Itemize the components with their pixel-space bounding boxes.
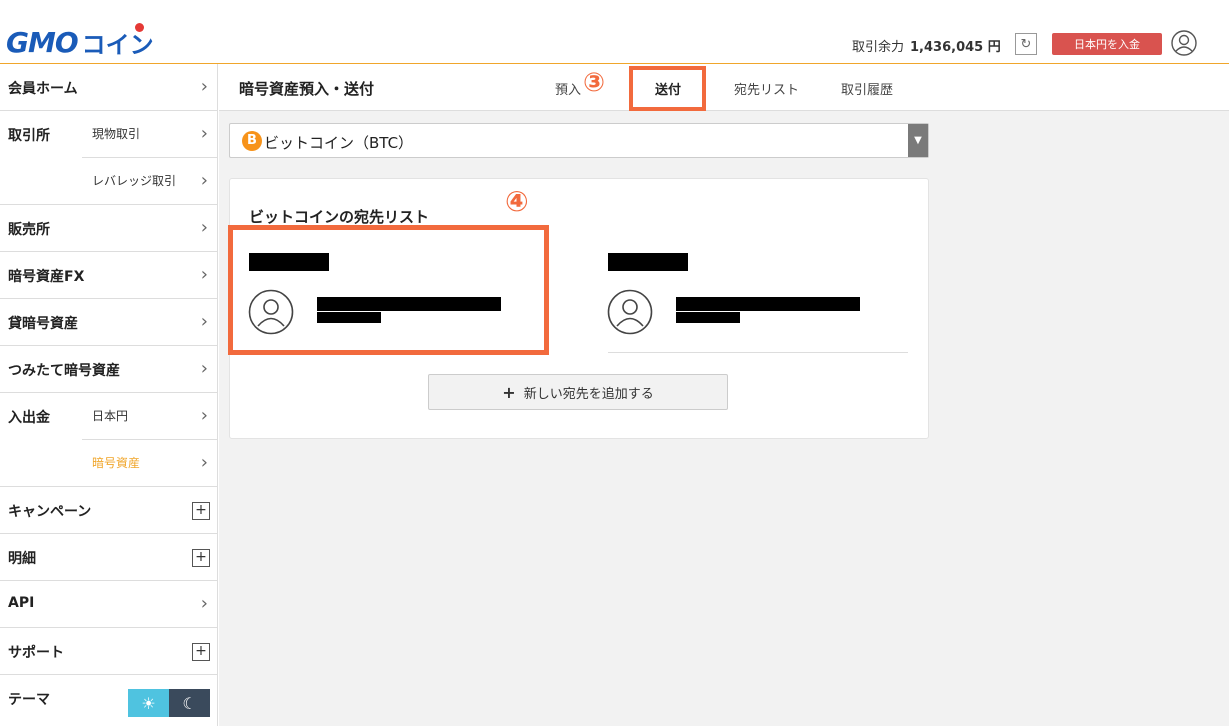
chevron-right-icon: ›	[200, 452, 208, 473]
sidebar-subitem-label: レバレッジ取引	[92, 174, 177, 188]
sidebar-subitem-label: 日本円	[92, 409, 129, 423]
page-title: 暗号資産預入・送付	[239, 80, 375, 98]
sidebar-item-accumulation[interactable]: つみたて暗号資産 ›	[0, 346, 218, 393]
tab-address-list[interactable]: 宛先リスト	[734, 79, 799, 98]
chevron-right-icon: ›	[200, 358, 208, 379]
person-icon	[607, 289, 653, 335]
sidebar-item-support[interactable]: サポート +	[0, 628, 218, 675]
sidebar-item-spot-trading[interactable]: 現物取引 ›	[82, 111, 218, 158]
deposit-jpy-button[interactable]: 日本円を入金	[1052, 33, 1162, 55]
header: GMO コイン 取引余力 1,436,045 円 ↻ 日本円を入金	[0, 0, 1229, 64]
sidebar-subitem-label: 暗号資産	[92, 456, 141, 470]
address-entry[interactable]	[588, 231, 888, 351]
add-address-label: 新しい宛先を追加する	[523, 386, 654, 402]
expand-plus-icon[interactable]: +	[192, 549, 210, 567]
chevron-right-icon: ›	[200, 264, 208, 285]
currency-select-value: ビットコイン（BTC）	[264, 134, 414, 152]
annotation-step-3: ③	[583, 68, 606, 98]
sidebar-item-label: 入出金	[8, 410, 50, 426]
balance-display: 取引余力 1,436,045 円	[852, 36, 1001, 55]
gmo-coin-logo[interactable]: GMO コイン	[6, 22, 154, 60]
moon-icon[interactable]: ☾	[169, 689, 210, 717]
chevron-right-icon: ›	[200, 593, 208, 614]
dropdown-arrow-icon[interactable]: ▼	[908, 124, 928, 157]
user-icon[interactable]	[1171, 30, 1197, 56]
sidebar-item-lending[interactable]: 貸暗号資産 ›	[0, 299, 218, 346]
sidebar-item-campaign[interactable]: キャンペーン +	[0, 487, 218, 534]
sidebar-item-leverage-trading[interactable]: レバレッジ取引 ›	[82, 158, 218, 205]
sidebar-item-crypto-fx[interactable]: 暗号資産FX ›	[0, 252, 218, 299]
refresh-icon[interactable]: ↻	[1015, 33, 1037, 55]
sidebar-item-label: 暗号資産FX	[8, 269, 85, 285]
theme-toggle[interactable]: ☀ ☾	[128, 689, 210, 717]
sidebar-item-label: 販売所	[8, 222, 50, 238]
chevron-right-icon: ›	[200, 311, 208, 332]
subheader: 暗号資産預入・送付 預入 送付 宛先リスト 取引履歴	[219, 64, 1229, 111]
chevron-right-icon: ›	[200, 76, 208, 97]
redacted-address-name	[608, 253, 688, 271]
currency-select[interactable]: B ビットコイン（BTC） ▼	[229, 123, 929, 158]
balance-label: 取引余力	[852, 40, 905, 55]
sidebar-item-label: サポート	[8, 645, 64, 661]
sidebar-item-label: 貸暗号資産	[8, 316, 78, 332]
logo-gmo-text: GMO	[6, 25, 79, 59]
sidebar-subitem-label: 現物取引	[92, 127, 141, 141]
plus-icon: +	[502, 382, 516, 402]
sidebar-item-retail[interactable]: 販売所 ›	[0, 205, 218, 252]
expand-plus-icon[interactable]: +	[192, 502, 210, 520]
chevron-right-icon: ›	[200, 123, 208, 144]
annotation-step-4: ④	[505, 185, 529, 218]
annotation-highlight-send-tab	[629, 66, 706, 111]
tab-history[interactable]: 取引履歴	[841, 79, 893, 98]
logo-coin-text: コイン	[82, 22, 154, 60]
sidebar-item-label: API	[8, 595, 35, 611]
sidebar-item-member-home[interactable]: 会員ホーム ›	[0, 64, 218, 111]
sidebar-item-label: 明細	[8, 551, 36, 567]
add-address-button[interactable]: + 新しい宛先を追加する	[428, 374, 728, 410]
sidebar-item-jpy[interactable]: 日本円 ›	[82, 393, 218, 440]
sidebar-item-crypto[interactable]: 暗号資産 ›	[82, 440, 218, 487]
sidebar-item-label: つみたて暗号資産	[8, 363, 120, 379]
sidebar-item-label: 取引所	[8, 128, 50, 144]
sidebar-item-label: キャンペーン	[8, 504, 92, 520]
annotation-highlight-address-entry	[228, 225, 549, 355]
balance-value: 1,436,045 円	[910, 40, 1001, 55]
tab-deposit[interactable]: 預入	[555, 79, 581, 98]
sidebar-item-label: 会員ホーム	[8, 81, 78, 97]
chevron-right-icon: ›	[200, 170, 208, 191]
sidebar-item-statements[interactable]: 明細 +	[0, 534, 218, 581]
chevron-right-icon: ›	[200, 405, 208, 426]
sun-icon[interactable]: ☀	[128, 689, 169, 717]
sidebar-item-label: テーマ	[8, 692, 50, 708]
chevron-right-icon: ›	[200, 217, 208, 238]
bitcoin-icon: B	[242, 131, 262, 151]
divider	[608, 352, 908, 353]
redacted-address-line	[676, 312, 740, 323]
expand-plus-icon[interactable]: +	[192, 643, 210, 661]
sidebar-item-api[interactable]: API ›	[0, 581, 218, 628]
redacted-address-line	[676, 297, 860, 311]
address-list-title: ビットコインの宛先リスト	[249, 208, 430, 226]
sidebar: 会員ホーム › 取引所 現物取引 › レバレッジ取引 › 販売所 › 暗号資産F…	[0, 64, 218, 726]
